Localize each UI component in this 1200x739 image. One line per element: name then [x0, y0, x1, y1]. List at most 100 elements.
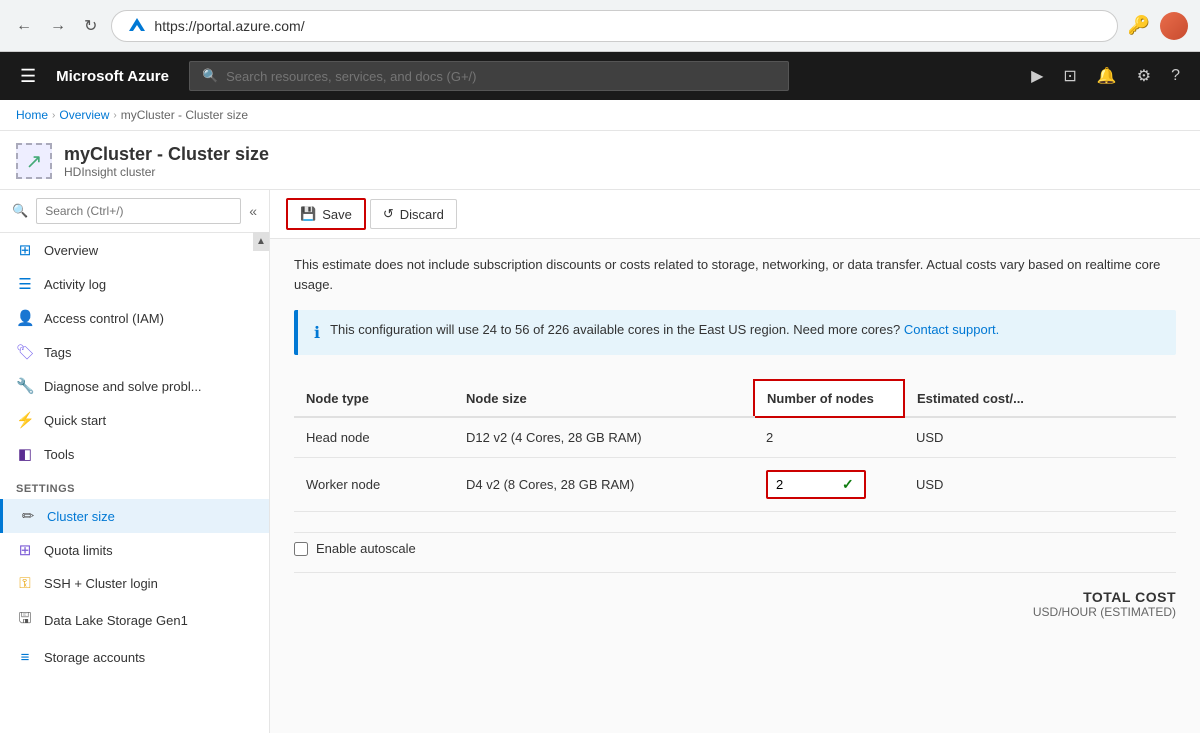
breadcrumb-home[interactable]: Home [16, 108, 48, 122]
search-icon: 🔍 [202, 68, 218, 84]
sidebar-search-input[interactable] [36, 198, 241, 224]
settings-section-label: Settings [0, 471, 269, 499]
browser-chrome: ← → ↻ https://portal.azure.com/ 🔑 [0, 0, 1200, 52]
tools-icon: ◧ [16, 445, 34, 463]
content-toolbar: 💾 Save ↺ Discard [270, 190, 1200, 239]
sidebar-scroll-up-button[interactable]: ▲ [253, 232, 269, 251]
sidebar-item-storage-accounts[interactable]: ≡ Storage accounts [0, 641, 269, 674]
sidebar-item-quota-limits-label: Quota limits [44, 543, 113, 558]
table-header-row: Node type Node size Number of nodes Esti… [294, 380, 1176, 417]
col-header-num-nodes: Number of nodes [754, 380, 904, 417]
browser-back-button[interactable]: ← [12, 13, 36, 39]
cloud-shell-button[interactable]: ▶ [1023, 60, 1051, 92]
col-header-est-cost: Estimated cost/... [904, 380, 1176, 417]
sidebar-item-diagnose[interactable]: 🔧 Diagnose and solve probl... [0, 369, 269, 403]
cluster-icon-arrow: ↗ [26, 149, 43, 174]
sidebar-item-data-lake[interactable]: 🖫 Data Lake Storage Gen1 [0, 600, 269, 641]
sidebar-item-diagnose-label: Diagnose and solve probl... [44, 379, 202, 394]
user-avatar [1160, 12, 1188, 40]
autoscale-checkbox[interactable] [294, 542, 308, 556]
url-text: https://portal.azure.com/ [154, 18, 304, 34]
save-label: Save [322, 207, 352, 222]
sidebar-item-overview-label: Overview [44, 243, 98, 258]
diagnose-icon: 🔧 [16, 377, 34, 395]
worker-node-size: D4 v2 (8 Cores, 28 GB RAM) [454, 458, 754, 512]
sidebar-item-activity-log[interactable]: ☰ Activity log [0, 267, 269, 301]
content-body: This estimate does not include subscript… [270, 239, 1200, 651]
save-icon: 💾 [300, 206, 316, 222]
sidebar-item-tools-label: Tools [44, 447, 74, 462]
discard-button[interactable]: ↺ Discard [370, 199, 457, 229]
storage-accounts-icon: ≡ [16, 649, 34, 666]
worker-node-type: Worker node [294, 458, 454, 512]
hamburger-menu-button[interactable]: ☰ [12, 62, 44, 91]
sidebar-item-overview[interactable]: ⊞ Overview [0, 233, 269, 267]
sidebar: 🔍 « ▲ ⊞ Overview ☰ Activity log 👤 Access… [0, 190, 270, 733]
table-row: Worker node D4 v2 (8 Cores, 28 GB RAM) ✓… [294, 458, 1176, 512]
info-banner: ℹ This configuration will use 24 to 56 o… [294, 310, 1176, 355]
breadcrumb-current: myCluster - Cluster size [121, 108, 248, 122]
col-header-node-size: Node size [454, 380, 754, 417]
data-lake-icon: 🖫 [16, 608, 34, 633]
discard-icon: ↺ [383, 206, 394, 222]
sidebar-item-quick-start[interactable]: ⚡ Quick start [0, 403, 269, 437]
nodes-table: Node type Node size Number of nodes Esti… [294, 379, 1176, 512]
page-subtitle: HDInsight cluster [64, 165, 269, 179]
browser-forward-button[interactable]: → [46, 13, 70, 39]
notifications-button[interactable]: 🔔 [1089, 60, 1125, 92]
overview-icon: ⊞ [16, 241, 34, 259]
sidebar-item-tools[interactable]: ◧ Tools [0, 437, 269, 471]
page-header-text: myCluster - Cluster size HDInsight clust… [64, 144, 269, 179]
save-button[interactable]: 💾 Save [286, 198, 366, 230]
total-cost-label: TOTAL COST [294, 589, 1176, 605]
sidebar-item-access-control-label: Access control (IAM) [44, 311, 164, 326]
main-layout: 🔍 « ▲ ⊞ Overview ☰ Activity log 👤 Access… [0, 190, 1200, 733]
sidebar-item-quick-start-label: Quick start [44, 413, 106, 428]
nav-icons: ▶ ⊡ 🔔 ⚙ ? [1023, 60, 1188, 92]
sidebar-item-quota-limits[interactable]: ⊞ Quota limits [0, 533, 269, 567]
sidebar-search-bar[interactable]: 🔍 « [0, 190, 269, 233]
autoscale-label[interactable]: Enable autoscale [316, 541, 416, 556]
disclaimer-text: This estimate does not include subscript… [294, 255, 1176, 294]
sidebar-item-cluster-size[interactable]: ✏ Cluster size [0, 499, 269, 533]
worker-node-input-wrapper[interactable]: ✓ [766, 470, 866, 499]
sidebar-item-access-control[interactable]: 👤 Access control (IAM) [0, 301, 269, 335]
ssh-login-icon: ⚿ [16, 575, 34, 592]
sidebar-collapse-button[interactable]: « [249, 203, 257, 219]
nav-search-bar[interactable]: 🔍 [189, 61, 789, 91]
info-icon: ℹ [314, 323, 320, 343]
sidebar-item-storage-accounts-label: Storage accounts [44, 650, 145, 665]
settings-button[interactable]: ⚙ [1129, 60, 1159, 92]
sidebar-item-data-lake-label: Data Lake Storage Gen1 [44, 613, 188, 628]
nav-search-input[interactable] [226, 69, 776, 84]
contact-support-link[interactable]: Contact support. [904, 322, 999, 337]
breadcrumb-overview[interactable]: Overview [59, 108, 109, 122]
info-banner-text: This configuration will use 24 to 56 of … [330, 322, 900, 337]
sidebar-item-tags-label: Tags [44, 345, 71, 360]
sidebar-item-ssh-login[interactable]: ⚿ SSH + Cluster login [0, 567, 269, 600]
page-header: ↗ myCluster - Cluster size HDInsight clu… [0, 131, 1200, 190]
head-node-type: Head node [294, 417, 454, 458]
quota-limits-icon: ⊞ [16, 541, 34, 559]
azure-logo-icon [128, 17, 146, 35]
sidebar-item-activity-log-label: Activity log [44, 277, 106, 292]
worker-node-count-input[interactable] [776, 477, 836, 492]
url-bar[interactable]: https://portal.azure.com/ [111, 10, 1117, 42]
browser-refresh-button[interactable]: ↻ [80, 12, 101, 40]
activity-log-icon: ☰ [16, 275, 34, 293]
worker-node-num-nodes-cell: ✓ [754, 458, 904, 512]
sidebar-search-icon: 🔍 [12, 203, 28, 219]
sidebar-item-cluster-size-label: Cluster size [47, 509, 115, 524]
breadcrumb-sep-1: › [52, 110, 55, 121]
total-cost-section: TOTAL COST USD/HOUR (ESTIMATED) [294, 572, 1176, 635]
sidebar-item-tags[interactable]: 🏷 Tags [0, 335, 269, 369]
portal-settings-icon-button[interactable]: ⊡ [1055, 60, 1084, 92]
page-title: myCluster - Cluster size [64, 144, 269, 165]
azure-brand-label: Microsoft Azure [56, 68, 169, 85]
worker-node-est-cost: USD [904, 458, 1176, 512]
autoscale-row: Enable autoscale [294, 532, 1176, 564]
breadcrumb-sep-2: › [113, 110, 116, 121]
total-cost-sub-label: USD/HOUR (ESTIMATED) [294, 605, 1176, 619]
breadcrumb: Home › Overview › myCluster - Cluster si… [0, 100, 1200, 131]
help-button[interactable]: ? [1163, 61, 1188, 91]
